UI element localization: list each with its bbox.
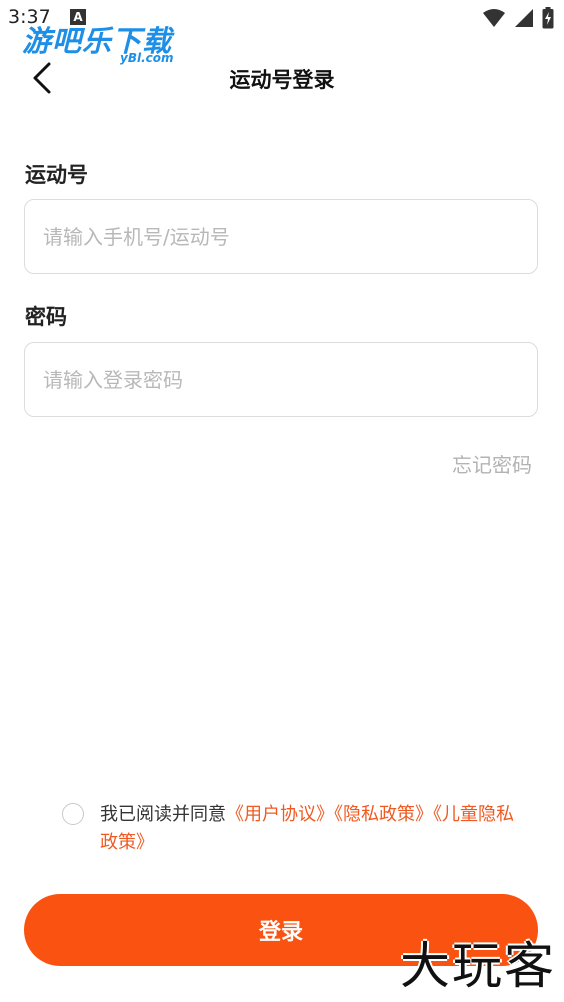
agreement-checkbox[interactable] — [62, 803, 84, 825]
password-label: 密码 — [25, 305, 67, 329]
privacy-policy-link[interactable]: 《隐私政策》 — [334, 804, 433, 825]
page-title: 运动号登录 — [229, 68, 335, 92]
password-input[interactable] — [24, 342, 538, 417]
agreement-text: 我已阅读并同意《用户协议》《隐私政策》《儿童隐私政策》 — [100, 801, 530, 857]
battery-charging-icon — [542, 7, 554, 33]
signal-icon — [514, 8, 534, 32]
watermark-logo-subtitle: yBl.com — [120, 51, 174, 65]
forgot-password-link[interactable]: 忘记密码 — [452, 449, 532, 478]
account-label: 运动号 — [25, 163, 88, 187]
agreement-prefix: 我已阅读并同意 — [100, 804, 226, 825]
watermark-text: 大玩客 — [400, 937, 556, 995]
status-icons — [482, 7, 554, 33]
watermark-logo: 游吧乐下载 yBl.com — [22, 18, 182, 66]
account-input[interactable] — [24, 199, 538, 274]
wifi-icon — [482, 8, 506, 32]
user-agreement-link[interactable]: 《用户协议》 — [226, 804, 334, 825]
